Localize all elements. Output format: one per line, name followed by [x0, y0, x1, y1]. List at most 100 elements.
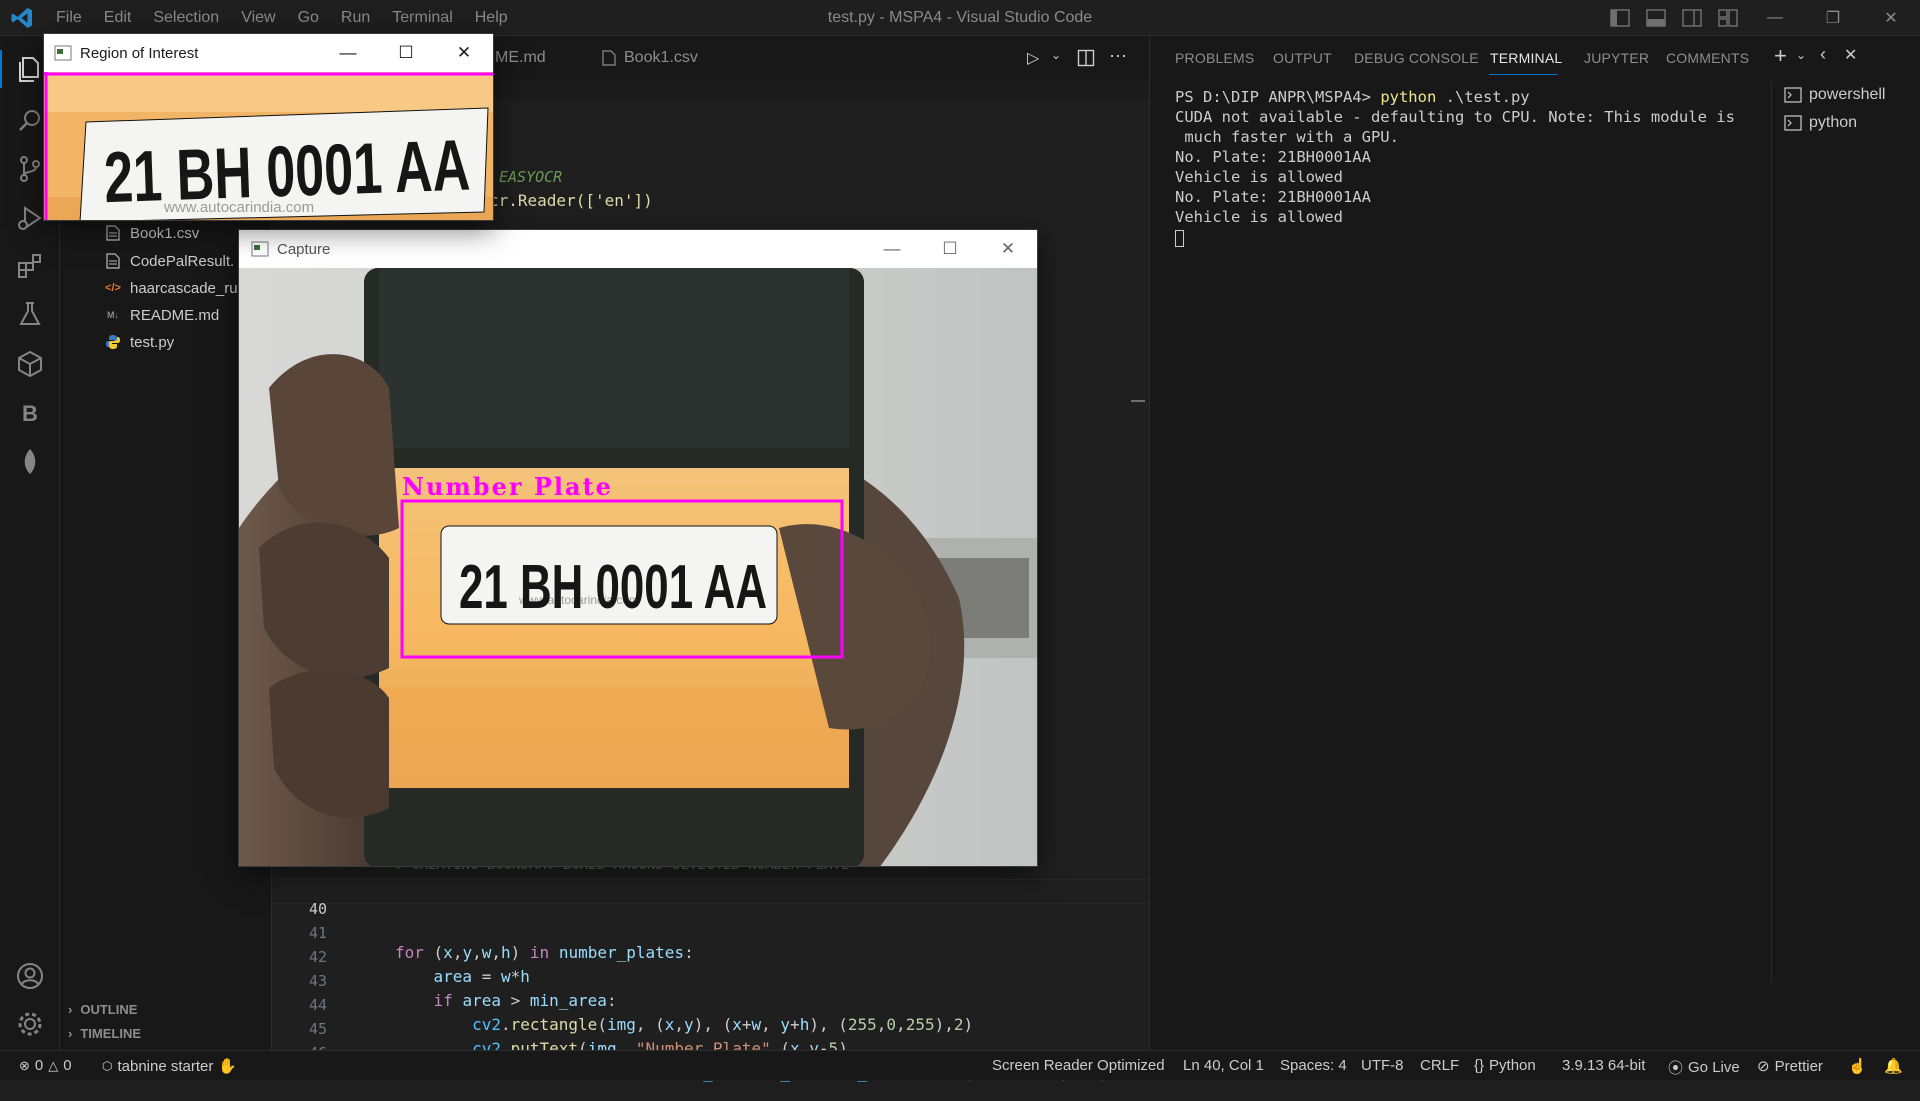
code-line-41[interactable]: 41 for (x,y,w,h) in number_plates: — [273, 905, 1149, 962]
code-line-43[interactable]: 43 if area > min_area: — [273, 953, 1149, 1010]
tab-book1-csv[interactable]: Book1.csv — [602, 36, 698, 80]
tab-output[interactable]: OUTPUT — [1273, 50, 1332, 66]
more-actions-icon[interactable]: ⋯ — [1109, 46, 1127, 67]
code-line-40[interactable]: 40 — [273, 881, 1149, 918]
terminal-cursor — [1175, 230, 1184, 247]
roi-close-icon[interactable]: ✕ — [435, 34, 493, 72]
roi-minimize-icon[interactable]: — — [319, 34, 377, 72]
tabnine-icon: ⬡ — [102, 1059, 113, 1073]
split-editor-icon[interactable] — [1077, 49, 1095, 67]
minimize-icon[interactable]: — — [1746, 0, 1804, 36]
roi-window[interactable]: Region of Interest — ☐ ✕ www.autocarindi… — [43, 33, 494, 221]
mongodb-leaf-icon[interactable] — [14, 446, 46, 478]
outline-section[interactable]: › OUTLINE — [64, 1002, 137, 1017]
capture-maximize-icon[interactable]: ☐ — [921, 230, 979, 268]
tab-terminal[interactable]: TERMINAL — [1490, 50, 1562, 66]
code-line-42[interactable]: 42 area = w*h — [273, 929, 1149, 986]
toggle-panel-icon[interactable] — [1644, 8, 1668, 28]
tab-comments[interactable]: COMMENTS — [1666, 50, 1749, 66]
encoding-status[interactable]: UTF-8 — [1361, 1057, 1404, 1074]
language-mode[interactable]: {} Python — [1474, 1057, 1536, 1074]
file-item-haarcascade[interactable]: </> haarcascade_ru — [104, 277, 238, 299]
code-partial: cr.Reader(['en']) — [489, 191, 653, 210]
code-line-46[interactable]: 46 cv2.FONT_HERSHEY_COMPLEX_SMALL, 1, (2… — [273, 1025, 1149, 1082]
panel-previous-icon[interactable]: ‹ — [1820, 44, 1826, 65]
roi-plate-number-text: 21 BH 0001 AA — [103, 126, 472, 219]
panel-close-icon[interactable]: ✕ — [1844, 45, 1857, 65]
close-icon[interactable]: ✕ — [1862, 0, 1920, 36]
file-item-codepalresult[interactable]: CodePalResult. — [104, 250, 234, 272]
terminal-panel: PROBLEMS OUTPUT DEBUG CONSOLE TERMINAL J… — [1149, 36, 1920, 1050]
feedback-icon[interactable]: ☝ — [1848, 1057, 1867, 1075]
run-and-debug-icon[interactable] — [14, 202, 46, 234]
active-tab-underline — [1489, 74, 1557, 75]
file-item-book1-csv[interactable]: Book1.csv — [104, 222, 199, 244]
problems-status[interactable]: ⊗ 0 △ 0 — [19, 1057, 72, 1074]
file-item-test-py[interactable]: test.py — [104, 331, 174, 353]
source-control-icon[interactable] — [14, 153, 46, 185]
tab-jupyter[interactable]: JUPYTER — [1584, 50, 1649, 66]
capture-camera-frame: www.autocarindia.com Number Plate 21 BH … — [239, 268, 1037, 866]
terminal-icon — [1784, 115, 1802, 131]
restore-icon[interactable]: ❐ — [1804, 0, 1862, 36]
eol-status[interactable]: CRLF — [1420, 1057, 1459, 1074]
terminal-output-line: Vehicle is allowed — [1175, 208, 1343, 226]
testing-icon[interactable] — [14, 298, 46, 330]
terminal-session-powershell[interactable]: powershell — [1784, 86, 1885, 104]
search-icon[interactable] — [14, 105, 46, 137]
number-plate-box-label: Number Plate — [402, 472, 613, 501]
toggle-primary-sidebar-icon[interactable] — [1608, 8, 1632, 28]
opencv-app-icon — [251, 241, 269, 257]
markdown-file-icon: M↓ — [107, 310, 119, 320]
active-indicator — [0, 50, 2, 88]
run-dropdown-chevron-icon[interactable]: ⌄ — [1051, 48, 1061, 62]
python-file-icon — [104, 333, 122, 351]
roi-maximize-icon[interactable]: ☐ — [377, 34, 435, 72]
settings-gear-icon[interactable] — [14, 1008, 46, 1040]
roi-cropped-plate-image: www.autocarindia.com 21 BH 0001 AA — [44, 72, 493, 220]
explorer-icon[interactable] — [14, 53, 46, 85]
capture-close-icon[interactable]: ✕ — [979, 230, 1037, 268]
braces-icon: {} — [1474, 1057, 1485, 1074]
notifications-bell-icon[interactable]: 🔔 — [1884, 1057, 1903, 1075]
run-python-file-icon[interactable]: ▷ — [1027, 48, 1047, 68]
tab-debug-console[interactable]: DEBUG CONSOLE — [1354, 50, 1479, 66]
code-line-44[interactable]: 44 cv2.rectangle(img, (x,y), (x+w, y+h),… — [273, 977, 1149, 1034]
csv-file-icon — [602, 50, 616, 66]
tab-readme[interactable]: ME.md — [495, 36, 546, 80]
terminal-divider — [1771, 82, 1772, 982]
extensions-icon[interactable] — [14, 250, 46, 282]
capture-window[interactable]: Capture — ☐ ✕ www.autocarindia.com Numbe… — [238, 229, 1038, 867]
tabnine-status[interactable]: ⬡ tabnine starter ✋ — [102, 1057, 238, 1076]
timeline-section[interactable]: › TIMELINE — [64, 1026, 141, 1041]
tab-problems[interactable]: PROBLEMS — [1175, 50, 1254, 66]
indentation-status[interactable]: Spaces: 4 — [1280, 1057, 1347, 1074]
accounts-icon[interactable] — [14, 960, 46, 992]
terminal-session-python[interactable]: python — [1784, 114, 1857, 132]
launch-profile-chevron-icon[interactable]: ⌄ — [1796, 48, 1806, 62]
hand-wave-icon: ✋ — [218, 1058, 238, 1075]
prettier-status[interactable]: ⊘ Prettier — [1757, 1057, 1823, 1076]
customize-layout-icon[interactable] — [1716, 8, 1740, 28]
terminal-output-line: much faster with a GPU. — [1175, 128, 1399, 146]
remote-explorer-icon[interactable] — [14, 348, 46, 380]
status-bar: ⊗ 0 △ 0 ⬡ tabnine starter ✋ Screen Reader … — [0, 1050, 1920, 1080]
terminal-prompt-line: PS D:\DIP ANPR\MSPA4> python .\test.py — [1175, 88, 1530, 106]
capture-minimize-icon[interactable]: — — [863, 230, 921, 268]
chevron-right-icon: › — [68, 1002, 73, 1017]
bookmarks-icon[interactable]: B — [14, 398, 46, 430]
file-item-readme[interactable]: M↓ README.md — [104, 304, 219, 326]
python-interpreter[interactable]: 3.9.13 64-bit — [1562, 1057, 1645, 1074]
new-terminal-icon[interactable]: + — [1774, 43, 1787, 69]
cursor-position[interactable]: Ln 40, Col 1 — [1183, 1057, 1264, 1074]
prettier-disabled-icon: ⊘ — [1757, 1058, 1770, 1075]
toggle-secondary-sidebar-icon[interactable] — [1680, 8, 1704, 28]
xml-file-icon: </> — [105, 282, 121, 294]
error-icon: ⊗ — [19, 1057, 30, 1073]
code-line-45[interactable]: 45 cv2.putText(img, "Number Plate",(x,y-… — [273, 1001, 1149, 1058]
scrollbar-thumb[interactable] — [1131, 400, 1145, 402]
go-live-button[interactable]: ⦿ Go Live — [1668, 1057, 1740, 1078]
csv-file-icon — [104, 224, 122, 242]
screen-reader-status[interactable]: Screen Reader Optimized — [992, 1057, 1165, 1074]
terminal-output-line: CUDA not available - defaulting to CPU. … — [1175, 108, 1735, 126]
